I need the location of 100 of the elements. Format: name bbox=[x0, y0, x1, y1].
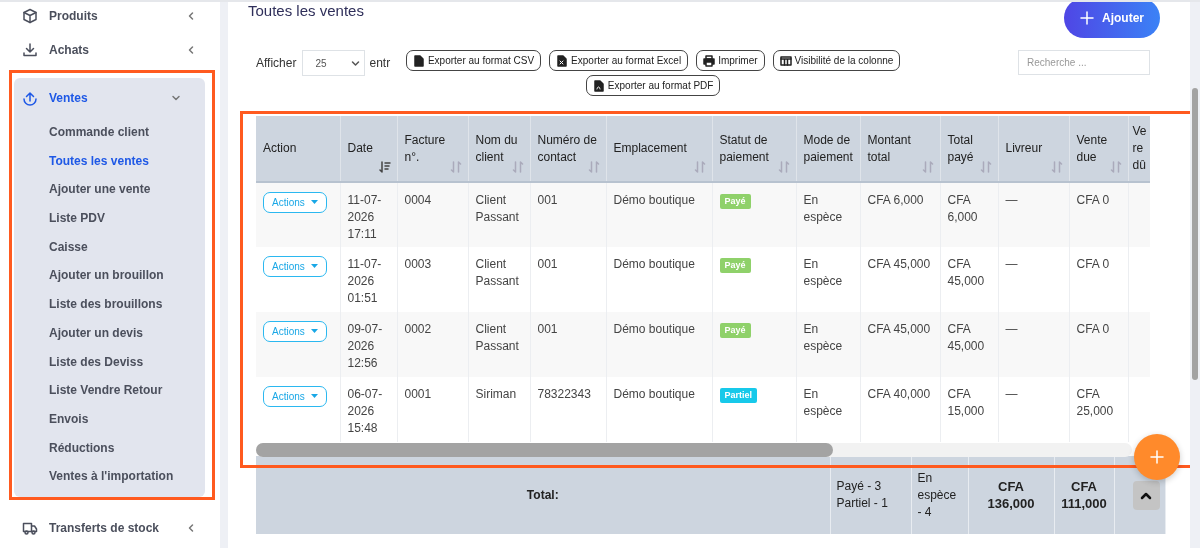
submenu-item[interactable]: Ventes à l'importation bbox=[14, 462, 205, 491]
table-cell: En espèce bbox=[796, 312, 860, 377]
table-cell: Démo boutique bbox=[606, 312, 712, 377]
chevron-left-icon bbox=[186, 11, 196, 21]
table-cell: CFA 45,000 bbox=[860, 312, 940, 377]
export-button[interactable]: Imprimer bbox=[696, 50, 765, 71]
sort-icon bbox=[921, 161, 934, 173]
submenu-item[interactable]: Caisse bbox=[14, 232, 205, 262]
sort-icon bbox=[693, 161, 706, 173]
column-header: Mode de paiement bbox=[796, 116, 860, 182]
sidebar-item[interactable]: Ventes bbox=[14, 78, 205, 118]
column-header[interactable]: Date bbox=[340, 116, 397, 182]
file-icon bbox=[556, 54, 569, 67]
search-field[interactable]: Recherche ... bbox=[1018, 50, 1150, 75]
column-header: Action bbox=[256, 116, 340, 182]
download-icon bbox=[22, 42, 38, 58]
table-cell: 11-07-2026 17:11 bbox=[340, 182, 397, 247]
submenu-item[interactable]: Liste PDV bbox=[14, 204, 205, 233]
submenu-item[interactable]: Réductions bbox=[14, 433, 205, 463]
submenu-item[interactable]: Toutes les ventes bbox=[14, 146, 205, 176]
scroll-top-button[interactable] bbox=[1132, 480, 1160, 510]
export-button[interactable]: Exporter au format Excel bbox=[549, 50, 689, 71]
sidebar-item[interactable]: Achats bbox=[12, 30, 220, 70]
submenu-item[interactable]: Liste Vendre Retour bbox=[14, 376, 205, 405]
submenu-item[interactable]: Liste des Deviss bbox=[14, 347, 205, 377]
chevron-down-icon bbox=[171, 93, 181, 103]
columns-icon bbox=[779, 54, 792, 67]
status-badge: Payé bbox=[719, 194, 751, 209]
table-cell: Démo boutique bbox=[606, 182, 712, 247]
show-label: Afficher bbox=[256, 55, 297, 72]
paid-amount: CFA 111,000 bbox=[1054, 456, 1114, 534]
table-cell: CFA 25,000 bbox=[1069, 377, 1128, 442]
export-button[interactable]: Exporter au format PDF bbox=[585, 75, 721, 96]
caret-icon bbox=[310, 394, 318, 399]
total-amount: CFA 136,000 bbox=[968, 456, 1054, 534]
status-count: Payé - 3 bbox=[836, 478, 883, 495]
table-cell: 001 bbox=[530, 312, 606, 377]
column-header[interactable]: Statut de paiement bbox=[712, 116, 796, 182]
status-badge: Payé bbox=[719, 323, 751, 338]
sort-icon bbox=[979, 161, 992, 173]
file-icon bbox=[592, 79, 605, 92]
table-cell: 001 bbox=[530, 182, 606, 247]
table-cell: En espèce bbox=[796, 182, 860, 247]
submenu-item[interactable]: Liste des brouillons bbox=[14, 290, 205, 319]
page-size-select[interactable]: 25 bbox=[302, 50, 366, 76]
status-count: Partiel - 1 bbox=[836, 495, 889, 512]
sort-icon bbox=[511, 161, 524, 173]
sort-icon bbox=[1050, 161, 1063, 173]
sidebar-item[interactable]: Transferts de stock bbox=[12, 507, 220, 548]
table-cell: Client Passant bbox=[468, 182, 530, 247]
horizontal-scrollbar[interactable] bbox=[256, 443, 1132, 457]
column-header[interactable]: Emplacement bbox=[606, 116, 712, 182]
plus-icon bbox=[1149, 449, 1165, 465]
sort-icon bbox=[777, 161, 790, 173]
export-button[interactable]: Exporter au format CSV bbox=[405, 50, 542, 71]
vertical-scrollbar[interactable] bbox=[1190, 2, 1200, 548]
table-cell: CFA 6,000 bbox=[860, 182, 940, 247]
table-cell: Client Passant bbox=[468, 312, 530, 377]
table-cell: CFA 15,000 bbox=[940, 377, 998, 442]
plus-icon bbox=[1080, 11, 1094, 25]
table-cell: — bbox=[998, 312, 1069, 377]
table-cell: 09-07-2026 12:56 bbox=[340, 312, 397, 377]
sort-icon bbox=[449, 161, 462, 173]
file-icon bbox=[412, 54, 425, 67]
table-cell: Siriman bbox=[468, 377, 530, 442]
caret-icon bbox=[310, 329, 318, 334]
column-header[interactable]: Total payé bbox=[940, 116, 998, 182]
table-cell: CFA 0 bbox=[1069, 182, 1128, 247]
chevron-up-icon bbox=[1140, 490, 1152, 500]
payment-count: En espèce - 4 bbox=[911, 456, 968, 534]
sort-icon bbox=[1109, 161, 1122, 173]
submenu-item[interactable]: Ajouter un devis bbox=[14, 318, 205, 348]
column-header[interactable]: Montant total bbox=[860, 116, 940, 182]
table-cell: 0002 bbox=[397, 312, 468, 377]
caret-icon bbox=[310, 264, 318, 269]
box-icon bbox=[22, 8, 38, 24]
submenu-item[interactable]: Commande client bbox=[14, 118, 205, 147]
table-cell: En espèce bbox=[796, 377, 860, 442]
table-cell: CFA 40,000 bbox=[860, 377, 940, 442]
total-label: Total: bbox=[256, 456, 830, 534]
column-header[interactable]: Numéro de contact bbox=[530, 116, 606, 182]
column-header[interactable]: Facture n°. bbox=[397, 116, 468, 182]
submenu-item[interactable]: Ajouter une vente bbox=[14, 175, 205, 205]
table-cell: CFA 45,000 bbox=[940, 312, 998, 377]
column-header[interactable]: Livreur bbox=[998, 116, 1069, 182]
table-cell: CFA 6,000 bbox=[940, 182, 998, 247]
chevron-left-icon bbox=[186, 522, 196, 533]
submenu-item[interactable]: Envois bbox=[14, 404, 205, 434]
column-header[interactable]: Vente due bbox=[1069, 116, 1128, 182]
chevron-left-icon bbox=[186, 45, 196, 55]
submenu-item[interactable]: Ajouter un brouillon bbox=[14, 261, 205, 291]
printer-icon bbox=[703, 54, 716, 67]
sidebar-item[interactable]: Produits bbox=[12, 2, 220, 30]
export-button[interactable]: Visibilité de la colonne bbox=[772, 50, 901, 71]
column-header[interactable]: Nom du client bbox=[468, 116, 530, 182]
page-title: Toutes les ventes bbox=[248, 2, 364, 20]
column-header: Ve re dû bbox=[1128, 116, 1150, 182]
status-badge: Partiel bbox=[719, 388, 757, 403]
add-button[interactable]: Ajouter bbox=[1064, 2, 1160, 38]
table-cell: 78322343 bbox=[530, 377, 606, 442]
